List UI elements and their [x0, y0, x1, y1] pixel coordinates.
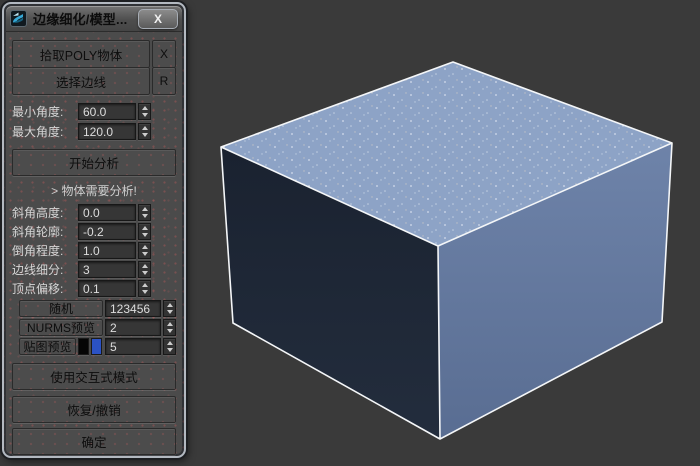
dialog-content: 拾取POLY物体 X 选择边线 R 最小角度: 60.0 最大角度: 120.0	[4, 32, 184, 456]
status-message: > 物体需要分析!	[51, 184, 137, 198]
nurms-preview-row: NURMS预览 2	[12, 319, 176, 336]
ok-button[interactable]: 确定	[12, 428, 176, 455]
min-angle-field[interactable]: 60.0	[78, 103, 136, 120]
angle-section: 最小角度: 60.0 最大角度: 120.0	[12, 103, 176, 140]
nurms-iterations-spinner[interactable]	[163, 319, 176, 336]
color-swatch-black[interactable]	[78, 338, 89, 355]
spinner-up-icon[interactable]	[166, 322, 173, 327]
chamfer-amount-row: 倒角程度: 1.0	[12, 242, 176, 259]
edge-refine-dialog: 边缘细化/模型... X 拾取POLY物体 X 选择边线 R 最小角度: 60.…	[2, 2, 186, 458]
random-seed-spinner[interactable]	[163, 300, 176, 317]
max-angle-row: 最大角度: 120.0	[12, 123, 176, 140]
vertex-offset-row: 顶点偏移: 0.1	[12, 280, 176, 297]
chamfer-amount-spinner[interactable]	[138, 242, 151, 259]
random-seed-field[interactable]: 123456	[105, 300, 161, 317]
bevel-outline-label: 斜角轮廓:	[12, 225, 64, 239]
spinner-down-icon[interactable]	[166, 347, 173, 352]
spinner-up-icon[interactable]	[141, 264, 148, 269]
spinner-up-icon[interactable]	[166, 303, 173, 308]
spinner-down-icon[interactable]	[166, 328, 173, 333]
bevel-height-row: 斜角高度: 0.0	[12, 204, 176, 221]
spinner-up-icon[interactable]	[141, 207, 148, 212]
close-button[interactable]: X	[138, 8, 178, 29]
min-angle-label: 最小角度:	[12, 105, 64, 119]
spinner-up-icon[interactable]	[141, 245, 148, 250]
spinner-up-icon[interactable]	[141, 283, 148, 288]
color-swatch-blue[interactable]	[91, 338, 102, 355]
bevel-height-spinner[interactable]	[138, 204, 151, 221]
nurms-iterations-field[interactable]: 2	[105, 319, 161, 336]
spinner-down-icon[interactable]	[141, 232, 148, 237]
vertex-offset-label: 顶点偏移:	[12, 282, 64, 296]
edge-segments-spinner[interactable]	[138, 261, 151, 278]
vertex-offset-field[interactable]: 0.1	[78, 280, 136, 297]
max-angle-spinner[interactable]	[138, 123, 151, 140]
max-angle-label: 最大角度:	[12, 125, 64, 139]
seed-section: 随机 123456 NURMS预览 2 贴图预览 5	[12, 300, 176, 355]
random-seed-row: 随机 123456	[12, 300, 176, 317]
analyze-button[interactable]: 开始分析	[12, 149, 176, 176]
map-preview-button[interactable]: 贴图预览	[19, 338, 76, 355]
max-angle-field[interactable]: 120.0	[78, 123, 136, 140]
min-angle-row: 最小角度: 60.0	[12, 103, 176, 120]
min-angle-spinner[interactable]	[138, 103, 151, 120]
bevel-height-field[interactable]: 0.0	[78, 204, 136, 221]
dialog-title: 边缘细化/模型...	[33, 12, 128, 27]
pick-poly-button[interactable]: 拾取POLY物体	[12, 40, 150, 68]
bevel-outline-field[interactable]: -0.2	[78, 223, 136, 240]
spinner-down-icon[interactable]	[141, 112, 148, 117]
restore-undo-button[interactable]: 恢复/撤销	[12, 396, 176, 423]
pick-poly-key-button[interactable]: X	[152, 40, 176, 68]
spinner-down-icon[interactable]	[141, 270, 148, 275]
spinner-down-icon[interactable]	[141, 251, 148, 256]
bevel-height-label: 斜角高度:	[12, 206, 64, 220]
spinner-up-icon[interactable]	[166, 341, 173, 346]
spinner-up-icon[interactable]	[141, 226, 148, 231]
nurms-preview-button[interactable]: NURMS预览	[19, 319, 103, 336]
edge-segments-field[interactable]: 3	[78, 261, 136, 278]
chamfer-amount-label: 倒角程度:	[12, 244, 64, 258]
bevel-outline-spinner[interactable]	[138, 223, 151, 240]
params-section: 斜角高度: 0.0 斜角轮廓: -0.2 倒角程度: 1.0 边线细分: 3 顶…	[12, 204, 176, 297]
select-edges-key-button[interactable]: R	[152, 67, 176, 95]
select-edges-button[interactable]: 选择边线	[12, 67, 150, 95]
map-channel-field[interactable]: 5	[105, 338, 161, 355]
map-channel-spinner[interactable]	[163, 338, 176, 355]
interactive-mode-button[interactable]: 使用交互式模式	[12, 363, 176, 390]
chamfer-amount-field[interactable]: 1.0	[78, 242, 136, 259]
spinner-up-icon[interactable]	[141, 126, 148, 131]
dialog-titlebar[interactable]: 边缘细化/模型... X	[6, 6, 182, 32]
map-preview-row: 贴图预览 5	[12, 338, 176, 355]
spinner-down-icon[interactable]	[166, 309, 173, 314]
spinner-down-icon[interactable]	[141, 132, 148, 137]
spinner-down-icon[interactable]	[141, 289, 148, 294]
spinner-down-icon[interactable]	[141, 213, 148, 218]
edge-segments-label: 边线细分:	[12, 263, 64, 277]
3dsmax-logo-icon	[10, 10, 27, 27]
random-button[interactable]: 随机	[19, 300, 103, 317]
vertex-offset-spinner[interactable]	[138, 280, 151, 297]
edge-segments-row: 边线细分: 3	[12, 261, 176, 278]
bevel-outline-row: 斜角轮廓: -0.2	[12, 223, 176, 240]
spinner-up-icon[interactable]	[141, 106, 148, 111]
